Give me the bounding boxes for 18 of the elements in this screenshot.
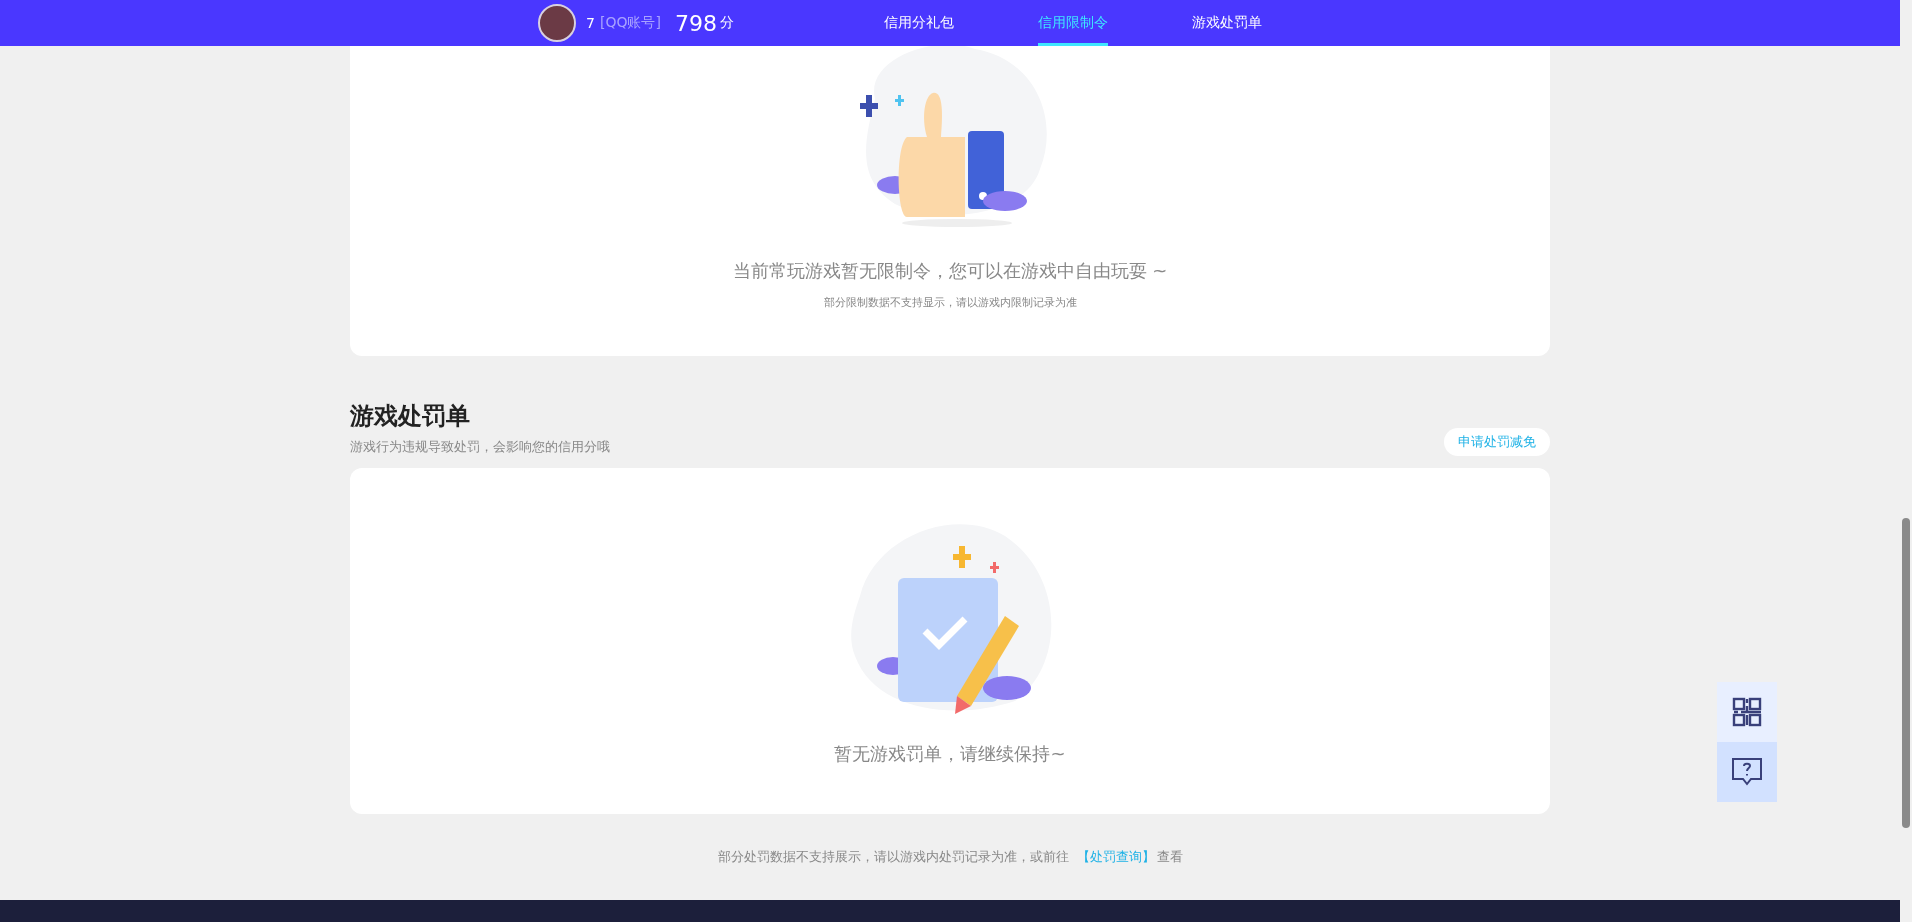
footer-note: 部分处罚数据不支持展示，请以游戏内处罚记录为准，或前往 【处罚查询】查看 — [716, 848, 1184, 866]
help-button[interactable] — [1717, 742, 1777, 802]
nav-tab[interactable]: 游戏处罚单 — [1191, 0, 1262, 46]
score-unit: 分 — [719, 14, 734, 32]
appeal-button[interactable]: 申请处罚减免 — [1444, 428, 1550, 456]
user-name: 7 — [586, 15, 595, 31]
data-note: 部分限制数据不支持显示，请以游戏内限制记录为准 — [823, 295, 1077, 310]
section-subtitle: 游戏行为违规导致处罚，会影响您的信用分哦 — [350, 438, 610, 456]
nav-tab[interactable]: 信用分礼包 — [883, 0, 954, 46]
empty-message: 当前常玩游戏暂无限制令，您可以在游戏中自由玩耍 ~ — [732, 259, 1168, 283]
account-type: [QQ账号] — [599, 14, 661, 32]
empty-message: 暂无游戏罚单，请继续保持~ — [834, 742, 1066, 766]
section-title: 游戏处罚单 — [350, 401, 471, 432]
qr-code-icon — [1732, 697, 1762, 727]
avatar — [538, 4, 576, 42]
help-chat-icon — [1731, 757, 1763, 787]
credit-score: 798 — [674, 10, 717, 36]
qr-code-button[interactable] — [1717, 682, 1777, 742]
